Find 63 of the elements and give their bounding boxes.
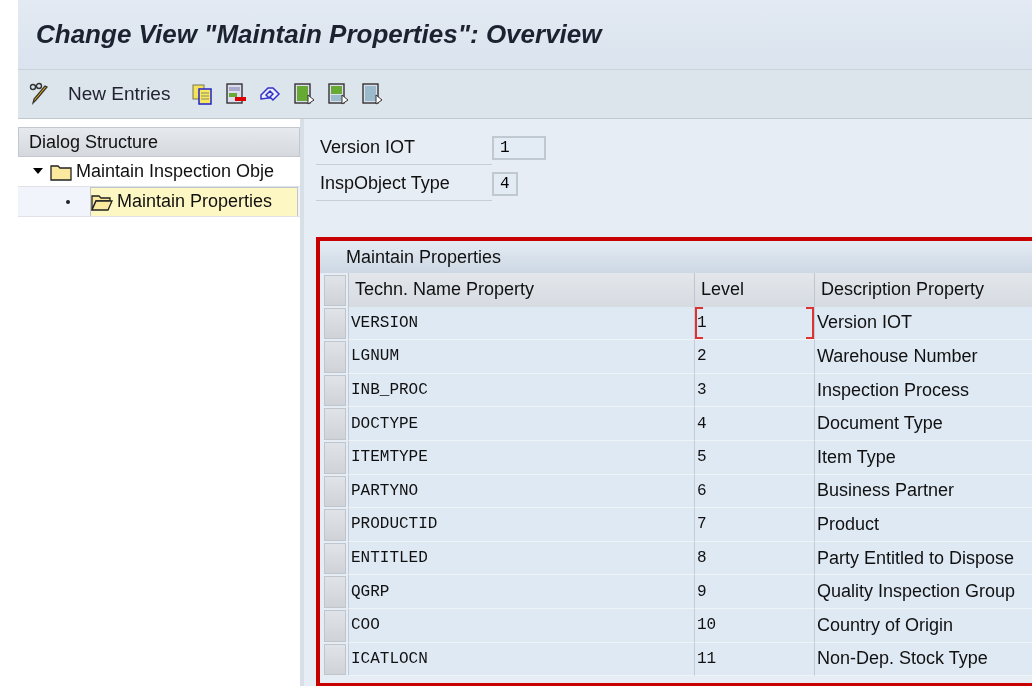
level-cell[interactable]: 6 bbox=[694, 474, 814, 509]
tree-item[interactable]: Maintain Properties bbox=[18, 187, 300, 217]
table-cell: PARTYNO bbox=[348, 474, 694, 509]
open-folder-icon bbox=[91, 192, 113, 211]
deselect-icon[interactable] bbox=[360, 82, 385, 106]
table-cell: ITEMTYPE bbox=[348, 440, 694, 475]
table-cell: Version IOT bbox=[814, 306, 1032, 341]
delete-row-icon[interactable] bbox=[224, 82, 249, 106]
level-cell[interactable]: 7 bbox=[694, 508, 814, 542]
select-all-cell[interactable] bbox=[324, 275, 346, 306]
column-header[interactable]: Techn. Name Property bbox=[348, 273, 694, 307]
table-cell: Product bbox=[814, 508, 1032, 542]
table-cell: PRODUCTID bbox=[348, 508, 694, 542]
row-selector[interactable] bbox=[324, 374, 346, 407]
select-rows-icon[interactable] bbox=[292, 82, 317, 106]
copy-icon[interactable] bbox=[190, 82, 215, 106]
row-selector[interactable] bbox=[324, 408, 346, 440]
table-cell: Business Partner bbox=[814, 474, 1032, 509]
table-cell: QGRP bbox=[348, 575, 694, 609]
table-cell: Item Type bbox=[814, 440, 1032, 475]
level-cell[interactable]: 4 bbox=[694, 407, 814, 441]
table-cell: LGNUM bbox=[348, 340, 694, 374]
folder-icon bbox=[50, 162, 72, 181]
level-cell[interactable]: 11 bbox=[694, 642, 814, 677]
table-cell: Warehouse Number bbox=[814, 340, 1032, 374]
table-cell: Non-Dep. Stock Type bbox=[814, 642, 1032, 677]
level-cell[interactable]: 5 bbox=[694, 440, 814, 475]
level-cell[interactable]: 8 bbox=[694, 541, 814, 576]
table-cell: ENTITLED bbox=[348, 541, 694, 576]
value-field[interactable]: 4 bbox=[492, 172, 518, 196]
table-cell: DOCTYPE bbox=[348, 407, 694, 441]
window-title: Change View "Maintain Properties": Overview bbox=[36, 19, 602, 50]
row-selector[interactable] bbox=[324, 576, 346, 608]
table-cell: Quality Inspection Group bbox=[814, 575, 1032, 609]
panel-title: Dialog Structure bbox=[29, 131, 159, 153]
row-selector[interactable] bbox=[324, 509, 346, 541]
table-cell: Document Type bbox=[814, 407, 1032, 441]
select-rows-icon[interactable] bbox=[326, 82, 351, 106]
table-cell: INB_PROC bbox=[348, 373, 694, 408]
level-cell[interactable]: 2 bbox=[694, 340, 814, 374]
row-selector[interactable] bbox=[324, 475, 346, 508]
column-header[interactable]: Level bbox=[694, 273, 814, 307]
level-cell[interactable]: 3 bbox=[694, 373, 814, 408]
table-cell: ICATLOCN bbox=[348, 642, 694, 677]
row-selector[interactable] bbox=[324, 643, 346, 676]
table-cell: Inspection Process bbox=[814, 373, 1032, 408]
value-field[interactable]: 1 bbox=[492, 136, 546, 160]
new-entries-button[interactable]: New Entries bbox=[62, 83, 181, 105]
level-cell[interactable]: 9 bbox=[694, 575, 814, 609]
bullet-icon bbox=[66, 199, 70, 204]
table-title: Maintain Properties bbox=[346, 246, 502, 268]
row-selector[interactable] bbox=[324, 542, 346, 575]
row-selector[interactable] bbox=[324, 341, 346, 373]
column-header[interactable]: Description Property bbox=[814, 273, 1032, 307]
level-cell[interactable]: 10 bbox=[694, 608, 814, 643]
row-selector[interactable] bbox=[324, 307, 346, 340]
row-selector[interactable] bbox=[324, 441, 346, 474]
table-cell: VERSION bbox=[348, 306, 694, 341]
level-cell[interactable]: 1 bbox=[694, 306, 814, 341]
table-cell: Party Entitled to Dispose bbox=[814, 541, 1032, 576]
table-cell: COO bbox=[348, 608, 694, 643]
table-cell: Country of Origin bbox=[814, 608, 1032, 643]
row-selector[interactable] bbox=[324, 609, 346, 642]
